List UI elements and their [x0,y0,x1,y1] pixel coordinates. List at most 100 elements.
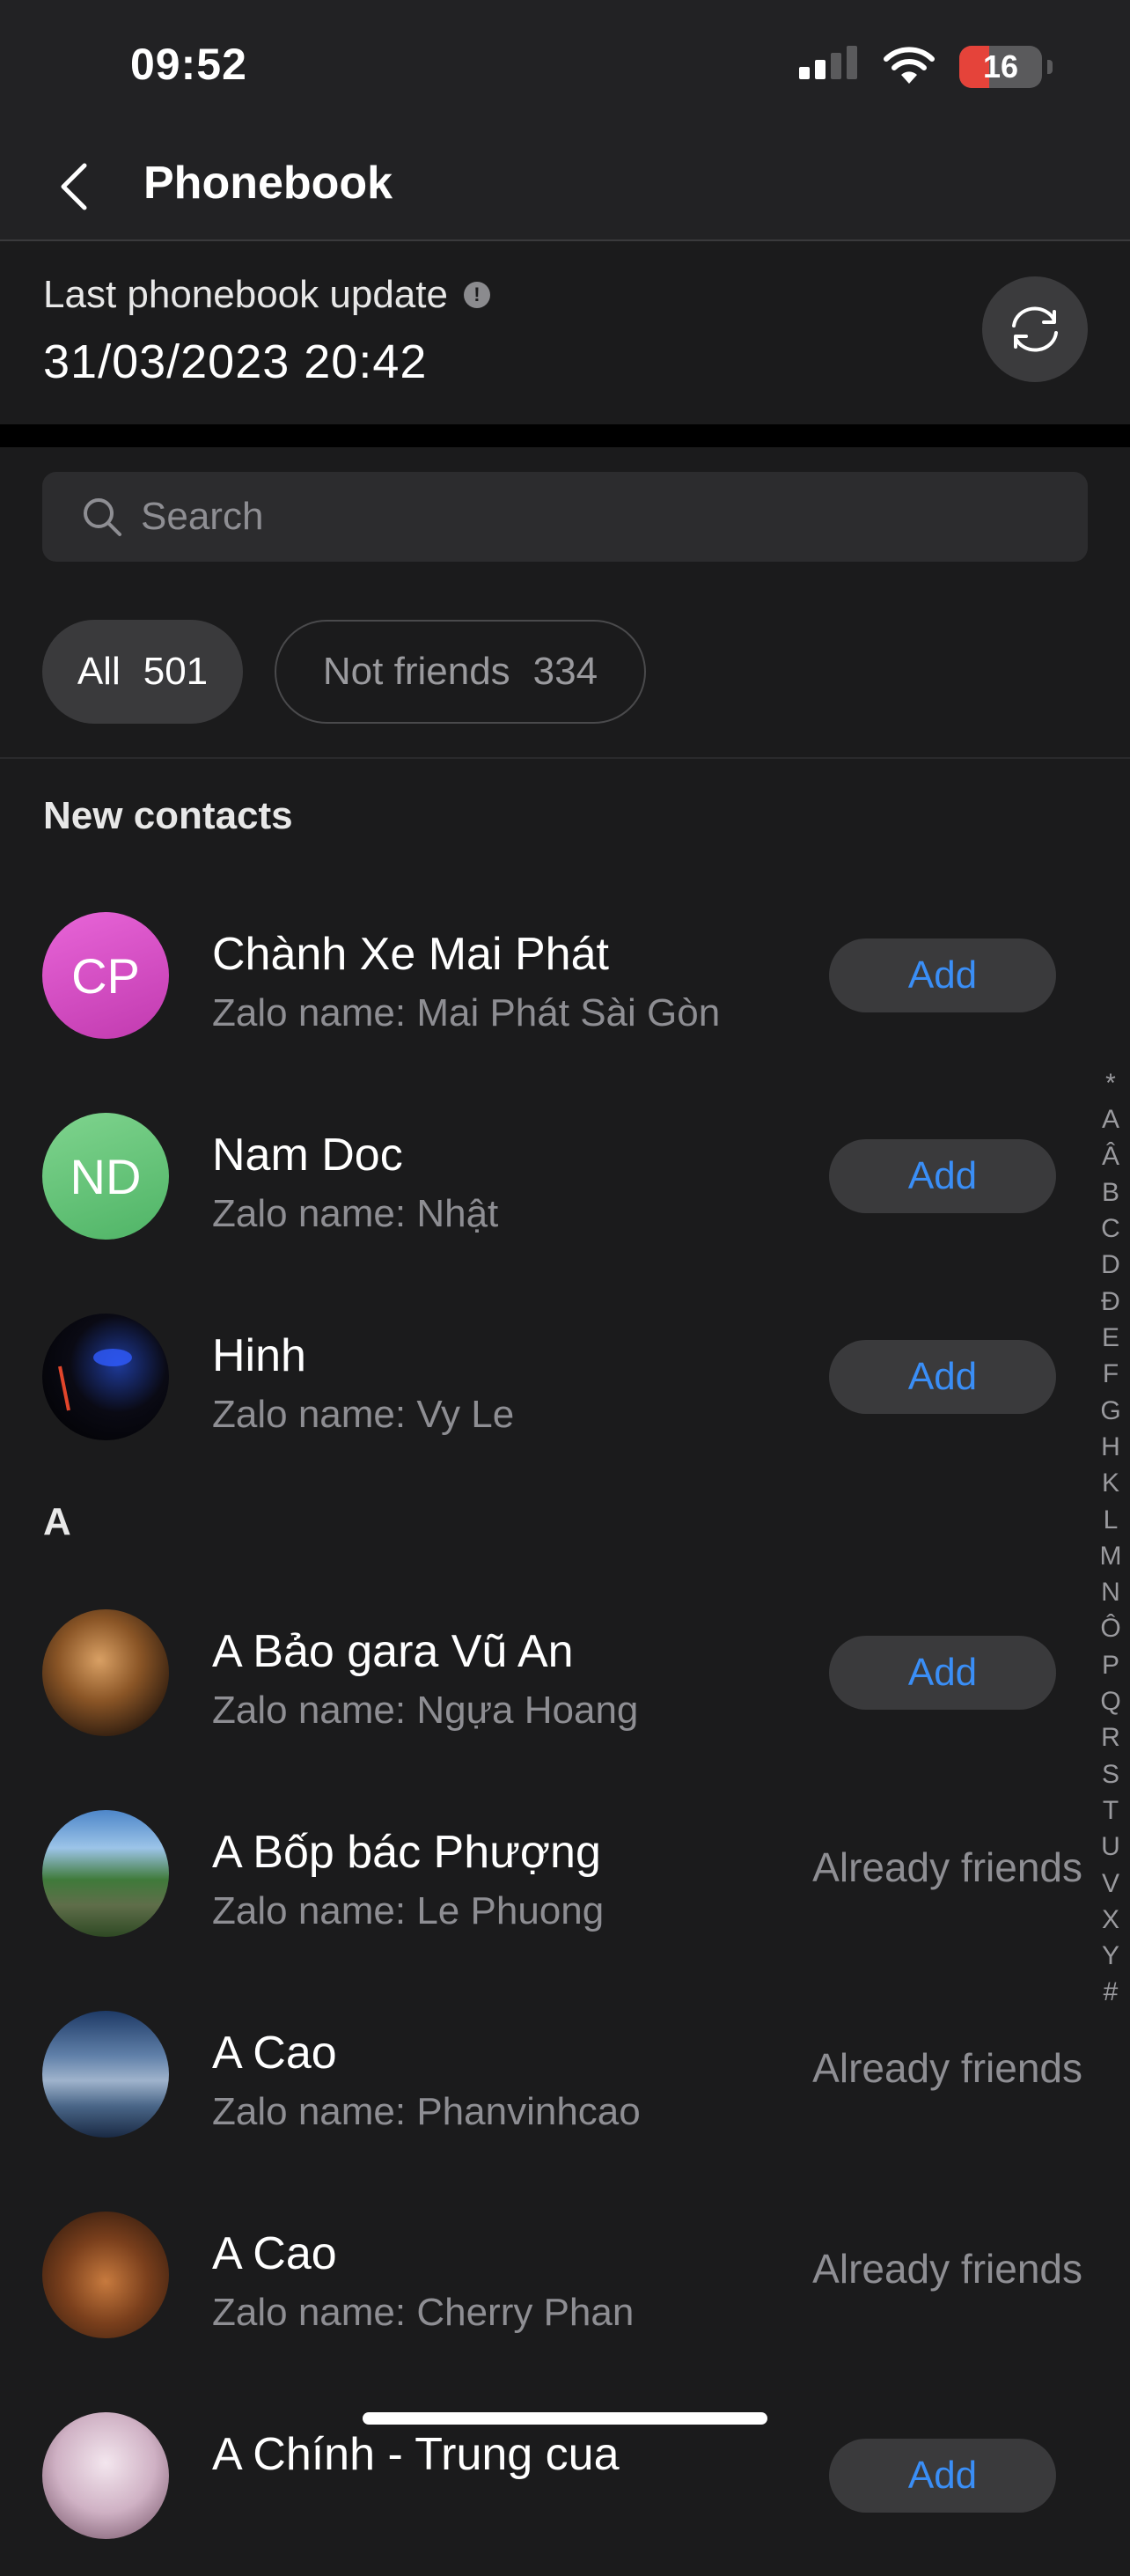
home-indicator [363,2412,767,2425]
status-bar: 09:52 16 [0,0,1130,132]
info-icon[interactable]: ! [463,282,490,308]
avatar-photo [42,1314,169,1440]
add-button[interactable]: Add [829,1139,1056,1213]
contact-row[interactable]: CP Chành Xe Mai Phát Zalo name: Mai Phát… [0,875,1082,1076]
add-button[interactable]: Add [829,1340,1056,1414]
add-button[interactable]: Add [829,938,1056,1012]
update-label-row: Last phonebook update ! [43,273,490,317]
already-friends-label: Already friends [812,2045,1082,2091]
battery-percent: 16 [982,48,1019,85]
avatar: ND [42,1113,169,1240]
update-block: Last phonebook update ! 31/03/2023 20:42 [0,241,1130,424]
filter-chip-label: Not friends [322,650,510,693]
index-letter[interactable]: Y [1102,1938,1119,1974]
contact-row[interactable]: A Bảo gara Vũ An Zalo name: Ngựa Hoang A… [0,1572,1082,1773]
filter-chip-count: 501 [143,650,209,693]
contact-zalo-name: Zalo name: Mai Phát Sài Gòn [212,991,721,1034]
filter-chip-label: All [77,650,121,693]
section-header-new-contacts: New contacts [43,794,293,837]
index-letter[interactable]: N [1101,1574,1120,1610]
search-placeholder: Search [141,495,264,538]
contact-name: A Chính - Trung cua [212,2429,620,2480]
already-friends-label: Already friends [812,1844,1082,1890]
avatar-initials: ND [70,1148,142,1204]
filter-chip-all[interactable]: All 501 [42,620,243,724]
index-letter[interactable]: F [1103,1356,1119,1392]
index-letter[interactable]: A [1102,1101,1119,1137]
page-title: Phonebook [143,158,393,209]
index-letter[interactable]: K [1102,1465,1119,1501]
status-icons: 16 [797,42,1053,92]
index-letter[interactable]: Â [1102,1138,1119,1174]
index-letter[interactable]: R [1101,1719,1120,1755]
contact-name: A Cao [212,2228,337,2279]
avatar-photo [42,2412,169,2539]
contact-name: A Bốp bác Phượng [212,1827,601,1878]
index-letter[interactable]: H [1101,1429,1120,1465]
index-letter[interactable]: V [1102,1866,1119,1902]
contact-zalo-name: Zalo name: Le Phuong [212,1889,605,1932]
contact-row[interactable]: A Bốp bác Phượng Zalo name: Le Phuong Al… [0,1773,1082,1974]
list-divider [0,757,1130,759]
contact-zalo-name: Zalo name: Ngựa Hoang [212,1689,639,1732]
index-letter[interactable]: Đ [1101,1284,1120,1320]
index-letter[interactable]: M [1100,1538,1122,1574]
index-letter[interactable]: X [1102,1902,1119,1938]
contact-row[interactable]: A Chính - Trung cua Add [0,2375,1082,2576]
contact-name: Nam Doc [212,1130,403,1181]
search-input[interactable]: Search [42,472,1088,562]
battery-icon: 16 [959,46,1042,88]
alphabet-index[interactable]: * A Â B C D Đ E F G H K L M N Ô P Q R S T U V X Y # [1095,1065,1126,2011]
index-letter[interactable]: U [1101,1829,1120,1865]
contact-name: A Cao [212,2028,337,2079]
contact-row[interactable]: Hinh Zalo name: Vy Le Add [0,1277,1082,1477]
index-letter[interactable]: D [1101,1247,1120,1283]
search-icon [84,498,121,536]
filter-chip-count: 334 [532,650,598,693]
contact-zalo-name: Zalo name: Cherry Phan [212,2291,635,2334]
status-time: 09:52 [130,40,247,89]
avatar-photo [42,2212,169,2338]
battery-tip [1047,60,1053,74]
contact-zalo-name: Zalo name: Phanvinhcao [212,2090,641,2133]
cellular-signal-icon [797,45,859,89]
index-letter[interactable]: E [1102,1320,1119,1356]
index-letter[interactable]: * [1105,1065,1116,1101]
avatar-initials: CP [71,947,140,1004]
avatar: CP [42,912,169,1039]
sync-icon [1012,306,1058,352]
avatar-photo [42,1810,169,1937]
index-letter[interactable]: # [1104,1974,1119,2010]
chevron-left-icon [61,163,87,210]
section-divider [0,424,1130,447]
add-button[interactable]: Add [829,1636,1056,1710]
contact-row[interactable]: ND Nam Doc Zalo name: Nhật Add [0,1076,1082,1277]
wifi-icon [882,45,936,90]
already-friends-label: Already friends [812,2246,1082,2292]
index-letter[interactable]: Ô [1100,1610,1120,1646]
index-letter[interactable]: S [1102,1756,1119,1792]
avatar-photo [42,1609,169,1736]
index-letter[interactable]: C [1101,1211,1120,1247]
sync-button[interactable] [982,276,1088,382]
contact-zalo-name: Zalo name: Vy Le [212,1393,515,1436]
add-button[interactable]: Add [829,2439,1056,2513]
filter-chip-not-friends[interactable]: Not friends 334 [275,620,646,724]
avatar-photo [42,2011,169,2138]
index-letter[interactable]: G [1100,1393,1120,1429]
contact-name: Chành Xe Mai Phát [212,929,609,980]
index-letter[interactable]: P [1102,1647,1119,1683]
contact-row[interactable]: A Cao Zalo name: Cherry Phan Already fri… [0,2175,1082,2375]
index-letter[interactable]: B [1102,1174,1119,1211]
section-header-a: A [43,1500,71,1543]
contact-row[interactable]: A Cao Zalo name: Phanvinhcao Already fri… [0,1974,1082,2175]
update-timestamp: 31/03/2023 20:42 [43,335,428,388]
update-label: Last phonebook update [43,273,448,316]
nav-bar: Phonebook [0,132,1130,241]
contact-zalo-name: Zalo name: Nhật [212,1192,499,1235]
back-button[interactable] [40,153,107,220]
contact-name: A Bảo gara Vũ An [212,1626,574,1677]
index-letter[interactable]: T [1103,1792,1119,1829]
index-letter[interactable]: Q [1100,1683,1120,1719]
index-letter[interactable]: L [1104,1502,1119,1538]
